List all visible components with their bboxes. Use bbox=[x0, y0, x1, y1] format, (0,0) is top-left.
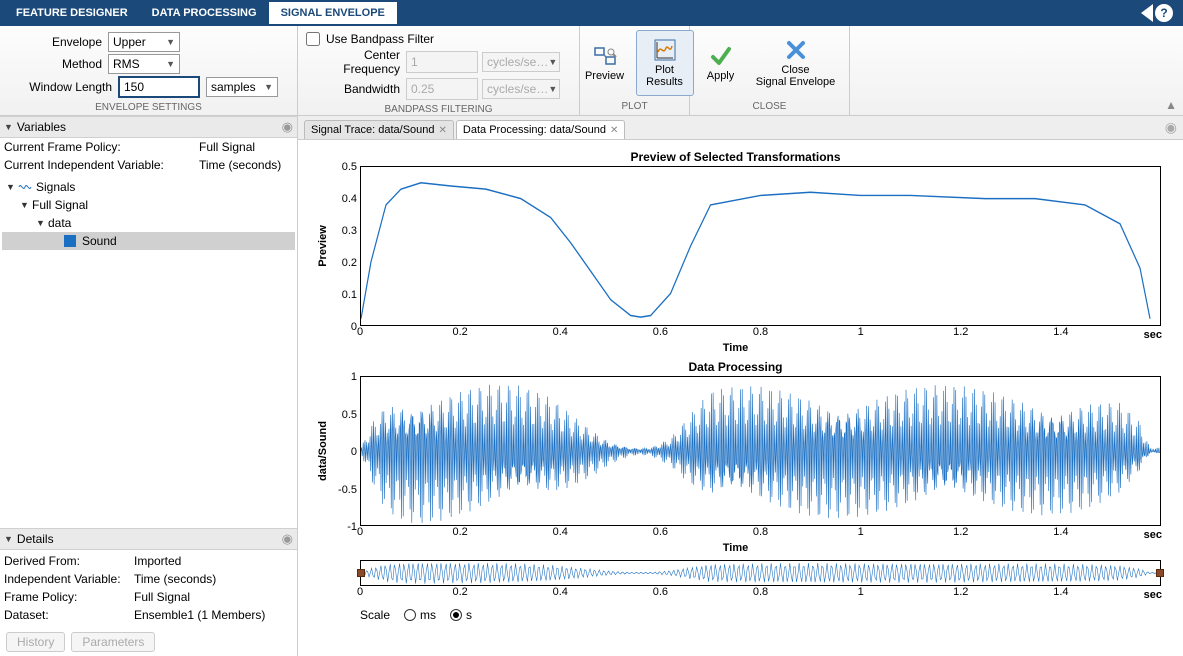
scale-label: Scale bbox=[360, 608, 390, 622]
group-close: Apply Close Signal Envelope CLOSE bbox=[690, 26, 850, 115]
tree-full-signal[interactable]: Full Signal bbox=[32, 198, 88, 212]
bw-label: Bandwidth bbox=[306, 82, 406, 96]
document-tabs: Signal Trace: data/Sound✕ Data Processin… bbox=[298, 116, 1183, 140]
envelope-dropdown[interactable]: Upper▼ bbox=[108, 32, 180, 52]
method-label: Method bbox=[8, 57, 108, 71]
gear-icon[interactable]: ◉ bbox=[1165, 119, 1177, 136]
close-icon bbox=[784, 38, 808, 62]
group-label-close: CLOSE bbox=[753, 99, 787, 115]
close-icon[interactable]: ✕ bbox=[439, 125, 447, 136]
tree-sound[interactable]: Sound bbox=[82, 234, 117, 248]
left-pane: ▼Variables◉ Current Frame Policy:Full Si… bbox=[0, 116, 298, 656]
chart2-xticks: 00.20.40.60.811.21.4 bbox=[360, 526, 1161, 540]
bw-unit-dropdown: cycles/se…▼ bbox=[482, 79, 560, 99]
center-freq-input bbox=[406, 51, 478, 73]
gear-icon[interactable]: ◉ bbox=[282, 119, 293, 135]
tab-data-processing-doc[interactable]: Data Processing: data/Sound✕ bbox=[456, 120, 625, 139]
parameters-tab[interactable]: Parameters bbox=[71, 632, 155, 652]
scale-selector: Scale ms s bbox=[360, 608, 1165, 622]
use-bandpass-label: Use Bandpass Filter bbox=[326, 32, 434, 46]
apply-button[interactable]: Apply bbox=[696, 30, 746, 96]
toolstrip-collapse-icon[interactable]: ▲ bbox=[1165, 98, 1177, 112]
chart1-title: Preview of Selected Transformations bbox=[306, 148, 1165, 166]
signal-color-icon bbox=[64, 235, 76, 247]
help-pointer bbox=[1141, 4, 1153, 22]
panner-xticks: 00.20.40.60.811.21.4 bbox=[360, 586, 1161, 600]
toolstrip: Envelope Upper▼ Method RMS▼ Window Lengt… bbox=[0, 26, 1183, 116]
chart1[interactable]: Preview 00.10.20.30.40.5 sec bbox=[360, 166, 1161, 326]
scale-ms-radio[interactable] bbox=[404, 609, 416, 621]
tab-signal-envelope[interactable]: SIGNAL ENVELOPE bbox=[269, 2, 397, 24]
chart2-xlabel: Time bbox=[306, 542, 1165, 554]
window-length-input[interactable] bbox=[118, 76, 200, 98]
right-pane: Signal Trace: data/Sound✕ Data Processin… bbox=[298, 116, 1183, 656]
close-button[interactable]: Close Signal Envelope bbox=[748, 30, 844, 96]
check-icon bbox=[709, 44, 733, 68]
history-tab[interactable]: History bbox=[6, 632, 65, 652]
details-body: Derived From:ImportedIndependent Variabl… bbox=[0, 550, 297, 628]
chart1-xlabel: Time bbox=[306, 342, 1165, 354]
bandwidth-input bbox=[406, 78, 478, 100]
frame-policy-value: Full Signal bbox=[199, 140, 255, 154]
detail-value: Time (seconds) bbox=[134, 572, 216, 586]
envelope-label: Envelope bbox=[8, 35, 108, 49]
help-button[interactable]: ? bbox=[1155, 4, 1173, 22]
plot-area: Preview of Selected Transformations Prev… bbox=[298, 140, 1183, 656]
chart2-title: Data Processing bbox=[306, 358, 1165, 376]
detail-key: Frame Policy: bbox=[4, 590, 134, 604]
tree-root[interactable]: Signals bbox=[36, 180, 75, 194]
chart1-ylabel: Preview bbox=[317, 225, 329, 267]
group-plot: Preview Plot Results PLOT bbox=[580, 26, 690, 115]
cf-label: Center Frequency bbox=[306, 48, 406, 76]
tab-signal-trace[interactable]: Signal Trace: data/Sound✕ bbox=[304, 120, 454, 139]
panner[interactable]: sec bbox=[360, 560, 1161, 586]
winlen-label: Window Length bbox=[8, 80, 118, 94]
panner-handle-right[interactable] bbox=[1156, 569, 1164, 577]
frame-policy-label: Current Frame Policy: bbox=[4, 140, 199, 154]
use-bandpass-checkbox[interactable] bbox=[306, 32, 320, 46]
chart1-xticks: 00.20.40.60.811.21.4 bbox=[360, 326, 1161, 340]
gear-icon[interactable]: ◉ bbox=[282, 531, 293, 547]
variables-header[interactable]: ▼Variables◉ bbox=[0, 116, 297, 138]
group-label-plot: PLOT bbox=[621, 99, 647, 115]
cf-unit-dropdown: cycles/se…▼ bbox=[482, 52, 560, 72]
detail-value: Full Signal bbox=[134, 590, 190, 604]
details-header[interactable]: ▼Details◉ bbox=[0, 528, 297, 550]
detail-value: Imported bbox=[134, 554, 181, 568]
detail-value: Ensemble1 (1 Members) bbox=[134, 608, 265, 622]
group-envelope-settings: Envelope Upper▼ Method RMS▼ Window Lengt… bbox=[0, 26, 298, 115]
detail-key: Dataset: bbox=[4, 608, 134, 622]
tree-data[interactable]: data bbox=[48, 216, 71, 230]
preview-icon bbox=[593, 44, 617, 68]
panner-handle-left[interactable] bbox=[357, 569, 365, 577]
group-label-envelope: ENVELOPE SETTINGS bbox=[8, 100, 289, 116]
chart2-ylabel: data/Sound bbox=[317, 421, 329, 481]
plot-results-button[interactable]: Plot Results bbox=[636, 30, 694, 96]
signals-tree[interactable]: ▼Signals ▼Full Signal ▼data Sound bbox=[0, 174, 297, 528]
main-content: ▼Variables◉ Current Frame Policy:Full Si… bbox=[0, 116, 1183, 656]
indep-var-value: Time (seconds) bbox=[199, 158, 281, 172]
app-tabstrip: FEATURE DESIGNER DATA PROCESSING SIGNAL … bbox=[0, 0, 1183, 26]
preview-button[interactable]: Preview bbox=[576, 30, 634, 96]
winlen-unit-dropdown[interactable]: samples▼ bbox=[206, 77, 278, 97]
signal-icon bbox=[18, 181, 32, 193]
tab-feature-designer[interactable]: FEATURE DESIGNER bbox=[4, 2, 140, 24]
tab-data-processing[interactable]: DATA PROCESSING bbox=[140, 2, 269, 24]
chart2[interactable]: data/Sound -1-0.500.51 sec bbox=[360, 376, 1161, 526]
plot-results-icon bbox=[653, 38, 677, 62]
group-bandpass: Use Bandpass Filter Center Frequency cyc… bbox=[298, 26, 580, 115]
indep-var-label: Current Independent Variable: bbox=[4, 158, 199, 172]
close-icon[interactable]: ✕ bbox=[610, 125, 618, 136]
detail-key: Independent Variable: bbox=[4, 572, 134, 586]
method-dropdown[interactable]: RMS▼ bbox=[108, 54, 180, 74]
detail-key: Derived From: bbox=[4, 554, 134, 568]
scale-s-radio[interactable] bbox=[450, 609, 462, 621]
